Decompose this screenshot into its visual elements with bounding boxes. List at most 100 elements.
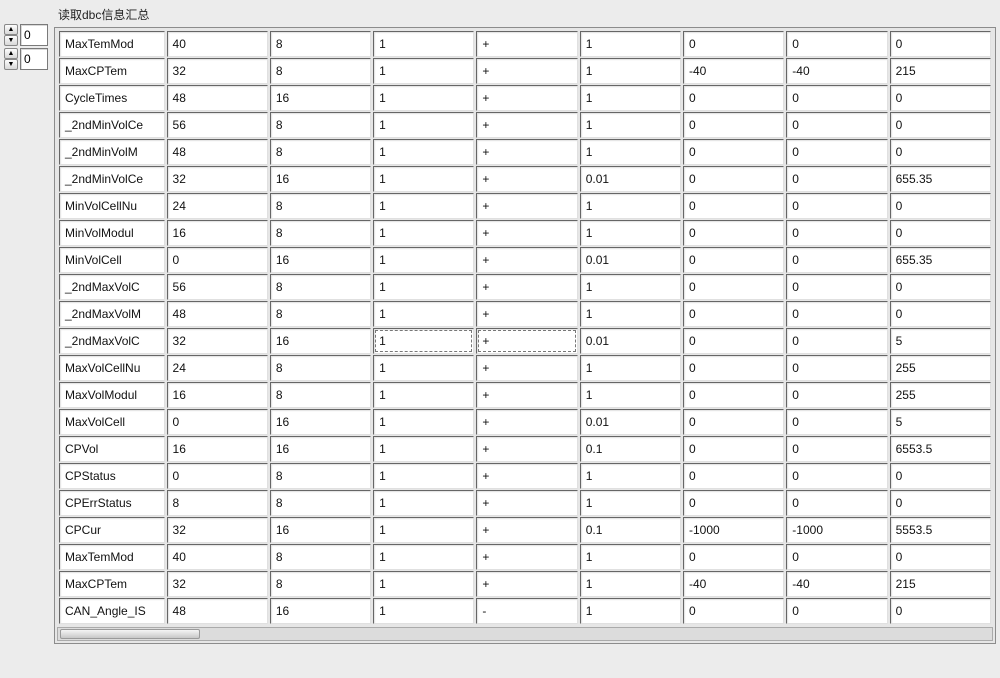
data-cell[interactable]: 0 (786, 490, 887, 516)
data-cell[interactable]: 0 (786, 463, 887, 489)
data-cell[interactable]: 48 (167, 139, 268, 165)
data-cell[interactable]: 0 (890, 490, 991, 516)
data-cell[interactable]: 0 (890, 112, 991, 138)
data-cell[interactable]: 1 (373, 58, 474, 84)
data-cell[interactable]: 1 (373, 112, 474, 138)
data-cell[interactable]: 1 (373, 382, 474, 408)
data-cell[interactable]: 1 (580, 220, 681, 246)
data-cell[interactable]: 0 (786, 139, 887, 165)
data-cell[interactable]: 8 (270, 571, 371, 597)
data-cell[interactable]: - (476, 598, 577, 624)
data-cell[interactable]: 0 (683, 274, 784, 300)
data-cell[interactable]: 6553.5 (890, 436, 991, 462)
data-cell[interactable]: + (476, 328, 577, 354)
data-cell[interactable]: 8 (270, 193, 371, 219)
data-cell[interactable]: + (476, 409, 577, 435)
signal-name-cell[interactable]: CAN_Angle_IS (59, 598, 165, 624)
data-cell[interactable]: + (476, 301, 577, 327)
data-cell[interactable]: 8 (167, 490, 268, 516)
data-cell[interactable]: 16 (270, 85, 371, 111)
data-cell[interactable]: 0 (786, 85, 887, 111)
data-cell[interactable]: 0 (890, 220, 991, 246)
data-cell[interactable]: 655.35 (890, 247, 991, 273)
data-cell[interactable]: 32 (167, 166, 268, 192)
data-cell[interactable]: + (476, 463, 577, 489)
data-cell[interactable]: 0 (786, 409, 887, 435)
data-cell[interactable]: 0 (890, 301, 991, 327)
data-cell[interactable]: 1 (373, 490, 474, 516)
data-cell[interactable]: 1 (580, 58, 681, 84)
data-cell[interactable]: 16 (270, 166, 371, 192)
data-cell[interactable]: + (476, 166, 577, 192)
data-cell[interactable]: 0 (683, 598, 784, 624)
data-cell[interactable]: 1 (580, 274, 681, 300)
data-cell[interactable]: 1 (373, 301, 474, 327)
data-cell[interactable]: 8 (270, 112, 371, 138)
data-cell[interactable]: 8 (270, 355, 371, 381)
row-index-down[interactable]: ▼ (4, 35, 18, 46)
data-cell[interactable]: 40 (167, 544, 268, 570)
row-index-up[interactable]: ▲ (4, 24, 18, 35)
data-cell[interactable]: 0 (683, 112, 784, 138)
data-cell[interactable]: 0 (683, 490, 784, 516)
data-cell[interactable]: 0.01 (580, 166, 681, 192)
data-cell[interactable]: 1 (373, 139, 474, 165)
data-cell[interactable]: 16 (167, 220, 268, 246)
data-cell[interactable]: 0 (683, 355, 784, 381)
row-index-field[interactable]: 0 (20, 24, 48, 46)
data-cell[interactable]: 1 (373, 544, 474, 570)
data-cell[interactable]: 1 (580, 463, 681, 489)
signal-name-cell[interactable]: MinVolCell (59, 247, 165, 273)
data-cell[interactable]: + (476, 112, 577, 138)
data-cell[interactable]: 0.1 (580, 517, 681, 543)
data-cell[interactable]: 1 (580, 544, 681, 570)
data-cell[interactable]: 1 (373, 409, 474, 435)
data-cell[interactable]: 0 (890, 193, 991, 219)
data-cell[interactable]: -40 (683, 571, 784, 597)
data-cell[interactable]: 1 (373, 85, 474, 111)
col-index-field[interactable]: 0 (20, 48, 48, 70)
data-cell[interactable]: 16 (270, 436, 371, 462)
data-cell[interactable]: + (476, 544, 577, 570)
data-cell[interactable]: 32 (167, 517, 268, 543)
data-cell[interactable]: 1 (373, 355, 474, 381)
data-cell[interactable]: 1 (373, 436, 474, 462)
data-cell[interactable]: 255 (890, 355, 991, 381)
data-cell[interactable]: + (476, 274, 577, 300)
data-cell[interactable]: 40 (167, 31, 268, 57)
data-cell[interactable]: 0.1 (580, 436, 681, 462)
signal-name-cell[interactable]: MaxVolCell (59, 409, 165, 435)
data-cell[interactable]: 0 (683, 85, 784, 111)
data-cell[interactable]: 0 (786, 31, 887, 57)
data-cell[interactable]: 0 (786, 355, 887, 381)
data-cell[interactable]: 0 (786, 328, 887, 354)
signal-name-cell[interactable]: MinVolCellNu (59, 193, 165, 219)
data-cell[interactable]: 0 (683, 139, 784, 165)
signal-name-cell[interactable]: _2ndMinVolCe (59, 112, 165, 138)
data-cell[interactable]: 16 (167, 382, 268, 408)
col-index-up[interactable]: ▲ (4, 48, 18, 59)
data-cell[interactable]: 255 (890, 382, 991, 408)
data-cell[interactable]: -1000 (786, 517, 887, 543)
data-cell[interactable]: 0 (890, 274, 991, 300)
data-cell[interactable]: 655.35 (890, 166, 991, 192)
data-cell[interactable]: 1 (373, 571, 474, 597)
signal-name-cell[interactable]: _2ndMaxVolM (59, 301, 165, 327)
data-cell[interactable]: 0 (890, 598, 991, 624)
data-cell[interactable]: 5 (890, 409, 991, 435)
data-cell[interactable]: 0 (890, 31, 991, 57)
data-cell[interactable]: 16 (270, 247, 371, 273)
horizontal-scrollbar[interactable] (57, 627, 993, 641)
data-cell[interactable]: 1 (580, 490, 681, 516)
data-cell[interactable]: 56 (167, 112, 268, 138)
data-cell[interactable]: + (476, 193, 577, 219)
data-cell[interactable]: 1 (580, 85, 681, 111)
data-cell[interactable]: 1 (373, 598, 474, 624)
col-index-down[interactable]: ▼ (4, 59, 18, 70)
data-cell[interactable]: 0 (786, 301, 887, 327)
data-cell[interactable]: 32 (167, 571, 268, 597)
signal-name-cell[interactable]: MaxCPTem (59, 58, 165, 84)
data-cell[interactable]: + (476, 58, 577, 84)
scroll-thumb[interactable] (60, 629, 200, 639)
data-cell[interactable]: 0 (167, 247, 268, 273)
